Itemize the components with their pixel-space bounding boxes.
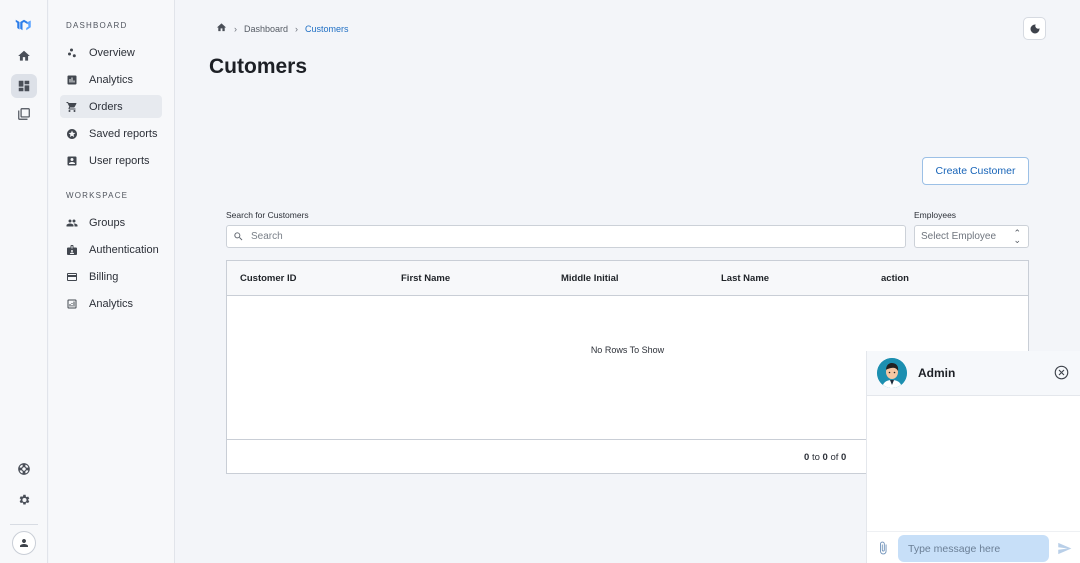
chat-contact-name: Admin — [918, 366, 956, 380]
sidebar-item-label: Overview — [89, 46, 135, 59]
chat-header: Admin — [867, 351, 1080, 396]
search-field[interactable] — [226, 225, 906, 248]
moon-icon — [1030, 23, 1039, 33]
pagination-of-word: of — [830, 452, 839, 463]
sidebar-item-label: Authentication — [89, 243, 159, 256]
credit-card-icon — [66, 271, 78, 283]
column-header-first-name[interactable]: First Name — [401, 273, 450, 284]
sidebar-item-label: Orders — [89, 100, 123, 113]
page-title: Cutomers — [209, 55, 308, 78]
sidebar-item-groups[interactable]: Groups — [60, 211, 162, 234]
search-label: Search for Customers — [226, 210, 309, 220]
create-customer-button[interactable]: Create Customer — [922, 157, 1029, 185]
badge-icon — [66, 244, 78, 256]
sidebar-item-label: Analytics — [89, 297, 134, 310]
breadcrumb-separator: › — [295, 23, 299, 34]
icon-rail — [0, 0, 48, 563]
sidebar-item-label: Analytics — [89, 73, 134, 86]
table-header: Customer ID First Name Middle Initial La… — [227, 261, 1028, 296]
sidebar-item-saved-reports[interactable]: Saved reports — [60, 122, 162, 145]
sidebar-item-label: Groups — [89, 216, 126, 229]
analytics-icon — [66, 298, 78, 310]
theme-toggle-button[interactable] — [1023, 17, 1046, 40]
gear-icon[interactable] — [11, 488, 37, 512]
sidebar-item-analytics-workspace[interactable]: Analytics — [60, 292, 162, 315]
logo-icon[interactable] — [11, 13, 37, 37]
sidebar-item-label: Saved reports — [89, 127, 158, 140]
star-circle-icon — [66, 128, 78, 140]
collections-icon[interactable] — [11, 102, 37, 126]
message-input[interactable] — [898, 535, 1049, 562]
breadcrumb: › Dashboard › Customers — [216, 22, 349, 35]
breadcrumb-dashboard[interactable]: Dashboard — [244, 24, 288, 34]
employees-label: Employees — [914, 210, 957, 220]
support-icon[interactable] — [11, 457, 37, 481]
sidebar-item-authentication[interactable]: Authentication — [60, 238, 162, 261]
employee-select[interactable]: Select Employee ⌃ ⌄ — [914, 225, 1029, 248]
home-icon[interactable] — [216, 22, 227, 35]
section-title-workspace: WORKSPACE — [66, 191, 129, 200]
column-header-customer-id[interactable]: Customer ID — [240, 273, 296, 284]
people-icon — [66, 217, 78, 229]
unfold-icon: ⌃ ⌄ — [1013, 227, 1021, 245]
sidebar-item-label: User reports — [89, 154, 150, 167]
user-avatar-icon[interactable] — [12, 531, 36, 555]
breadcrumb-separator: › — [234, 23, 237, 34]
employee-select-value: Select Employee — [921, 231, 997, 242]
sidebar: DASHBOARD Overview Analytics Orders Save… — [49, 0, 175, 563]
close-icon[interactable] — [1054, 365, 1069, 380]
sidebar-item-label: Billing — [89, 270, 119, 283]
column-header-last-name[interactable]: Last Name — [721, 273, 769, 284]
scatter-icon — [66, 47, 78, 59]
search-input[interactable] — [251, 231, 891, 242]
breadcrumb-customers[interactable]: Customers — [305, 24, 349, 34]
attachment-icon[interactable] — [876, 541, 890, 555]
dashboard-icon[interactable] — [11, 74, 37, 98]
avatar — [877, 358, 907, 388]
sidebar-item-orders[interactable]: Orders — [60, 95, 162, 118]
column-header-action[interactable]: action — [881, 273, 909, 284]
cart-icon — [66, 101, 78, 113]
sidebar-item-user-reports[interactable]: User reports — [60, 149, 162, 172]
pagination-summary: 0 to 0 of 0 — [804, 452, 846, 463]
send-icon[interactable] — [1057, 541, 1072, 556]
pagination-from: 0 — [804, 452, 810, 463]
sidebar-item-overview[interactable]: Overview — [60, 41, 162, 64]
bar-chart-icon — [66, 74, 78, 86]
pagination-total: 0 — [841, 452, 847, 463]
column-header-middle-initial[interactable]: Middle Initial — [561, 273, 619, 284]
chat-panel: Admin — [866, 351, 1080, 563]
account-box-icon — [66, 155, 78, 167]
search-icon — [234, 232, 243, 241]
sidebar-item-analytics[interactable]: Analytics — [60, 68, 162, 91]
home-icon[interactable] — [11, 44, 37, 68]
chat-footer — [867, 531, 1080, 563]
pagination-to-word: to — [811, 452, 820, 463]
sidebar-item-billing[interactable]: Billing — [60, 265, 162, 288]
pagination-to: 0 — [822, 452, 828, 463]
rail-divider — [10, 524, 38, 525]
section-title-dashboard: DASHBOARD — [66, 21, 128, 30]
